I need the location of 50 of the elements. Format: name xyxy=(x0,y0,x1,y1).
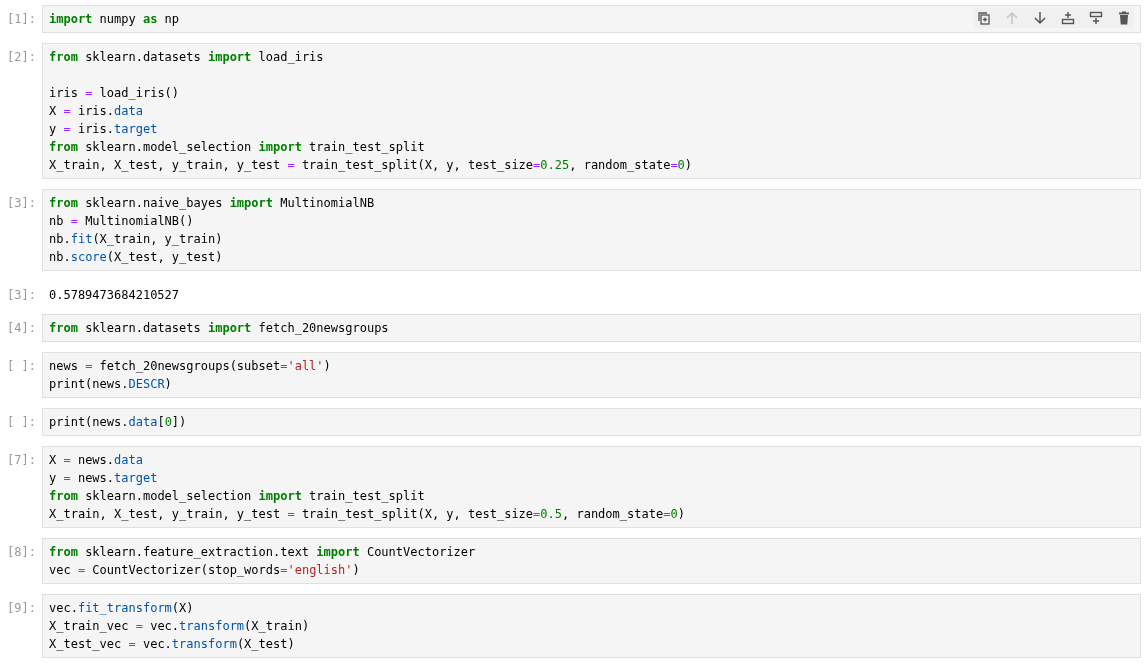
code-line: from sklearn.feature_extraction.text import CountVectorizer xyxy=(49,544,477,561)
code-line: from sklearn.model_selection import train_test_split xyxy=(49,488,426,505)
code-line: nb = MultinomialNB() xyxy=(49,213,195,230)
code-cell[interactable]: from sklearn.datasets import fetch_20newsgroups xyxy=(42,314,1141,342)
insert-below-icon xyxy=(1089,11,1103,25)
code-cell[interactable]: news = fetch_20newsgroups(subset='all') print(news.DESCR) xyxy=(42,352,1141,398)
code-line: X = iris.data xyxy=(49,103,144,120)
code-cell[interactable]: import numpy as np xyxy=(42,5,1141,33)
copy-icon xyxy=(977,11,991,25)
code-line: iris = load_iris() xyxy=(49,85,181,102)
cell-prompt: [ ]: xyxy=(6,414,37,431)
code-line: import numpy as np xyxy=(49,11,181,28)
up-arrow-icon xyxy=(1005,11,1019,25)
cell-prompt: [8]: xyxy=(6,544,37,561)
code-line: X = news.data xyxy=(49,452,144,469)
code-cell[interactable]: vec.fit_transform(X) X_train_vec = vec.transform(X_train) X_test_vec = vec.transform(X_test) xyxy=(42,594,1141,658)
code-cell[interactable]: print(news.data[0]) xyxy=(42,408,1141,436)
code-line: X_train_vec = vec.transform(X_train) xyxy=(49,618,311,635)
cell-prompt: [3]: xyxy=(6,195,37,212)
code-line: X_train, X_test, y_train, y_test = train_test_split(X, y, test_size=0.5, random_state=0) xyxy=(49,506,686,523)
code-cell[interactable]: X = news.data y = news.target from sklearn.model_selection import train_test_split X_train, X_test, y_train, y_test = train_test_split(X, y, test_size=0.5, random_state=0) xyxy=(42,446,1141,528)
cell-prompt: [2]: xyxy=(6,49,37,66)
code-line: from sklearn.naive_bayes import MultinomialNB xyxy=(49,195,376,212)
code-line: y = news.target xyxy=(49,470,159,487)
code-line: from sklearn.datasets import fetch_20newsgroups xyxy=(49,320,390,337)
cell-prompt: [1]: xyxy=(6,11,37,28)
code-line: X_test_vec = vec.transform(X_test) xyxy=(49,636,296,653)
code-cell[interactable]: from sklearn.feature_extraction.text import CountVectorizer vec = CountVectorizer(stop_words='english') xyxy=(42,538,1141,584)
code-line: news = fetch_20newsgroups(subset='all') xyxy=(49,358,332,375)
insert-above-icon xyxy=(1061,11,1075,25)
code-line: print(news.data[0]) xyxy=(49,414,188,431)
code-line: vec = CountVectorizer(stop_words='english') xyxy=(49,562,361,579)
code-line: print(news.DESCR) xyxy=(49,376,173,393)
down-arrow-icon xyxy=(1033,11,1047,25)
code-line: vec.fit_transform(X) xyxy=(49,600,195,617)
code-line: nb.score(X_test, y_test) xyxy=(49,249,224,266)
code-cell[interactable] xyxy=(42,43,1141,179)
trash-icon xyxy=(1117,11,1131,25)
cell-prompt: [9]: xyxy=(6,600,37,617)
cell-prompt: [4]: xyxy=(6,320,37,337)
code-line: from sklearn.datasets import load_iris xyxy=(49,49,325,66)
code-line: from sklearn.model_selection import train_test_split xyxy=(49,139,426,156)
cell-prompt: [7]: xyxy=(6,452,37,469)
cell-prompt: [ ]: xyxy=(6,358,37,375)
code-line: nb.fit(X_train, y_train) xyxy=(49,231,224,248)
code-cell[interactable]: from sklearn.naive_bayes import MultinomialNB nb = MultinomialNB() nb.fit(X_train, y_train) nb.score(X_test, y_test) xyxy=(42,189,1141,271)
output-prompt: [3]: xyxy=(6,287,37,304)
code-line: X_train, X_test, y_train, y_test = train_test_split(X, y, test_size=0.25, random_state=0) xyxy=(49,157,694,174)
code-line: y = iris.target xyxy=(49,121,159,138)
output-text: 0.5789473684210527 xyxy=(48,287,181,304)
